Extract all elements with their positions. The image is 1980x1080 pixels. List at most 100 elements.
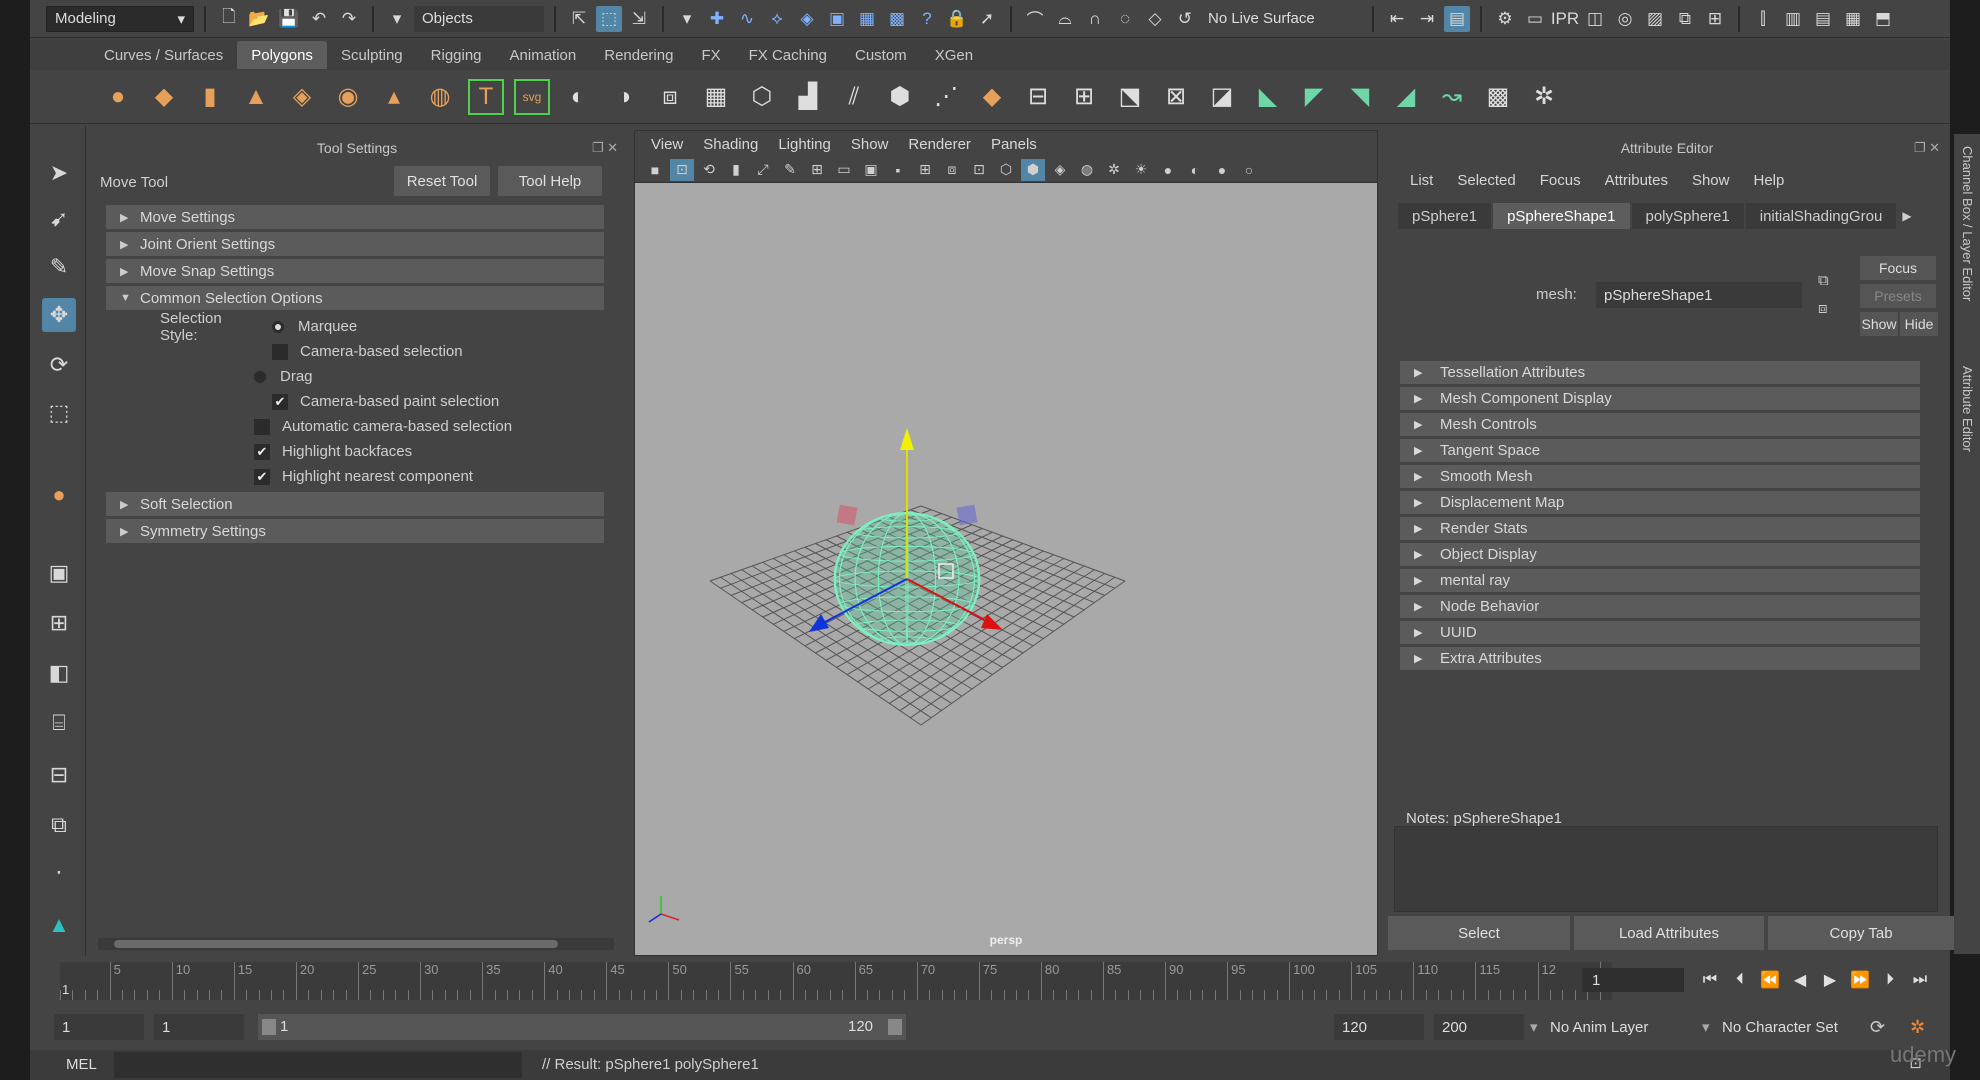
soft-select-icon[interactable]: ◌ [1112, 6, 1138, 32]
poly-type-icon[interactable]: T [468, 78, 504, 115]
section-soft-selection[interactable]: ▶ Soft Selection [106, 492, 604, 516]
viewport-menu-panels[interactable]: Panels [981, 136, 1047, 153]
section-smooth-mesh[interactable]: ▶ Smooth Mesh [1400, 465, 1920, 488]
save-scene-icon[interactable]: 💾 [276, 6, 302, 32]
chevron-down-icon[interactable]: ▾ [1530, 1014, 1538, 1040]
help-icon[interactable]: ? [914, 6, 940, 32]
ae-menu-focus[interactable]: Focus [1528, 172, 1593, 189]
range-end-handle[interactable] [888, 1019, 902, 1035]
select-object-icon[interactable]: ⬚ [596, 5, 622, 32]
horizontal-scrollbar[interactable] [98, 938, 614, 950]
current-frame-field[interactable]: 1 [1582, 968, 1684, 992]
select-tool-icon[interactable]: ➤ [42, 156, 76, 190]
poly-cube-icon[interactable]: ◆ [146, 79, 182, 115]
textured-icon[interactable]: ◍ [1075, 159, 1099, 181]
section-displacement-map[interactable]: ▶ Displacement Map [1400, 491, 1920, 514]
camera-based-paint-checkbox[interactable]: ✔ [272, 393, 288, 410]
history-icon[interactable]: ↺ [1172, 6, 1198, 32]
workspace-icon[interactable]: ⬒ [1870, 6, 1896, 32]
scrollbar-thumb[interactable] [114, 940, 558, 948]
fill-hole-icon[interactable]: ◆ [974, 79, 1010, 115]
2d-pan-icon[interactable]: ⤢ [751, 159, 775, 181]
start-time-field[interactable]: 1 [54, 1014, 144, 1040]
menu-set-dropdown[interactable]: Modeling ▾ [46, 5, 194, 32]
ae-menu-help[interactable]: Help [1741, 172, 1796, 189]
safe-action-icon[interactable]: ⧈ [940, 159, 964, 181]
resolution-gate-icon[interactable]: ▣ [859, 159, 883, 181]
go-to-end-icon[interactable]: ⏭ [1906, 967, 1934, 993]
select-button[interactable]: Select [1388, 916, 1570, 950]
step-forward-frame-icon[interactable]: ⏵ [1876, 967, 1904, 993]
animation-preferences-icon[interactable]: ✲ [1910, 1014, 1925, 1040]
end-time-field[interactable]: 200 [1434, 1014, 1524, 1040]
toggle-outliner-icon[interactable]: ⧉ [1672, 6, 1698, 32]
ae-menu-attributes[interactable]: Attributes [1593, 172, 1680, 189]
spherical-uv-icon[interactable]: ◥ [1342, 79, 1378, 115]
poly-cone-icon[interactable]: ▲ [238, 79, 274, 115]
shelf-tab-rigging[interactable]: Rigging [417, 41, 496, 69]
viewport-menu-renderer[interactable]: Renderer [898, 136, 981, 153]
sidebar-toggle-icon[interactable]: ⫿ [1750, 6, 1776, 32]
append-icon[interactable]: ⋰ [928, 79, 964, 115]
highlight-nearest-checkbox[interactable]: ✔ [254, 468, 270, 485]
render-frame-icon[interactable]: ▭ [1522, 6, 1548, 32]
gate-mask-icon[interactable]: ▪ [886, 159, 910, 181]
viewport-menu-shading[interactable]: Shading [693, 136, 768, 153]
film-gate-icon[interactable]: ▭ [832, 159, 856, 181]
bevel-icon[interactable]: ⬢ [882, 79, 918, 115]
viewport-menu-lighting[interactable]: Lighting [768, 136, 841, 153]
shelf-tab-fx[interactable]: FX [687, 41, 734, 69]
shelf-tab-animation[interactable]: Animation [496, 41, 591, 69]
grease-pencil-icon[interactable]: ✎ [778, 159, 802, 181]
section-move-snap[interactable]: ▶ Move Snap Settings [106, 259, 604, 283]
planar-uv-icon[interactable]: ◣ [1250, 79, 1286, 115]
redo-icon[interactable]: ↷ [336, 6, 362, 32]
target-weld-icon[interactable]: ⊠ [1158, 79, 1194, 115]
auto-key-icon[interactable]: ⟳ [1870, 1014, 1885, 1040]
section-common-selection[interactable]: ▼ Common Selection Options [106, 286, 604, 310]
camera-icon[interactable]: ■ [643, 159, 667, 181]
focus-button[interactable]: Focus [1860, 256, 1936, 280]
lasso-paint-icon[interactable]: ⌓ [1052, 6, 1078, 32]
uv-layout-icon[interactable]: ⧉ [42, 808, 76, 842]
select-hierarchy-icon[interactable]: ⇱ [566, 6, 592, 32]
ae-menu-show[interactable]: Show [1680, 172, 1742, 189]
snap-view-icon[interactable]: ◈ [794, 6, 820, 32]
paint-select-icon[interactable]: ✎ [42, 250, 76, 284]
step-back-frame-icon[interactable]: ⏴ [1726, 967, 1754, 993]
tab-psphere1[interactable]: pSphere1 [1398, 203, 1492, 229]
separate-icon[interactable]: ◑ [606, 79, 642, 115]
isolate-select-icon[interactable]: ○ [1237, 159, 1261, 181]
snap-live-icon[interactable]: ▦ [854, 6, 880, 32]
render-view-icon[interactable]: ◫ [1582, 6, 1608, 32]
section-render-stats[interactable]: ▶ Render Stats [1400, 517, 1920, 540]
viewport-canvas[interactable] [635, 184, 1377, 955]
single-pane-layout-icon[interactable]: ▣ [42, 556, 76, 590]
presets-button[interactable]: Presets [1860, 284, 1936, 308]
rotate-tool-icon[interactable]: ⟳ [42, 348, 76, 382]
pointer-icon[interactable]: ➚ [974, 6, 1000, 32]
shelf-tab-fx-caching[interactable]: FX Caching [735, 41, 841, 69]
section-move-settings[interactable]: ▶ Move Settings [106, 205, 604, 229]
play-backwards-icon[interactable]: ◀ [1786, 967, 1814, 993]
wireframe-on-shaded-icon[interactable]: ◈ [1048, 159, 1072, 181]
channel-box-toggle-icon[interactable]: ▥ [1780, 6, 1806, 32]
snap-point-icon[interactable]: ⟡ [764, 6, 790, 32]
anti-aliasing-icon[interactable]: ● [1210, 159, 1234, 181]
playback-end-field[interactable]: 120 [1334, 1014, 1424, 1040]
move-tool-icon[interactable]: ✥ [42, 298, 76, 332]
hypershade-icon[interactable]: ◎ [1612, 6, 1638, 32]
four-pane-layout-icon[interactable]: ⊞ [42, 606, 76, 640]
combine-icon[interactable]: ◐ [560, 79, 596, 115]
undo-icon[interactable]: ↶ [306, 6, 332, 32]
extrude-icon[interactable]: ▟ [790, 79, 826, 115]
toggle-modeling-toolkit-icon[interactable]: ⊞ [1702, 6, 1728, 32]
viewport-menu-view[interactable]: View [641, 136, 693, 153]
more-layouts-icon[interactable]: ⋅ [42, 856, 76, 890]
grid-icon[interactable]: ⊞ [805, 159, 829, 181]
snap-surface-icon[interactable]: ▣ [824, 6, 850, 32]
script-language-toggle[interactable]: MEL [66, 1056, 97, 1073]
automatic-uv-icon[interactable]: ◢ [1388, 79, 1424, 115]
anim-layer-dropdown[interactable]: No Anim Layer [1550, 1014, 1648, 1040]
go-to-output-icon[interactable]: ⧈ [1818, 300, 1828, 317]
